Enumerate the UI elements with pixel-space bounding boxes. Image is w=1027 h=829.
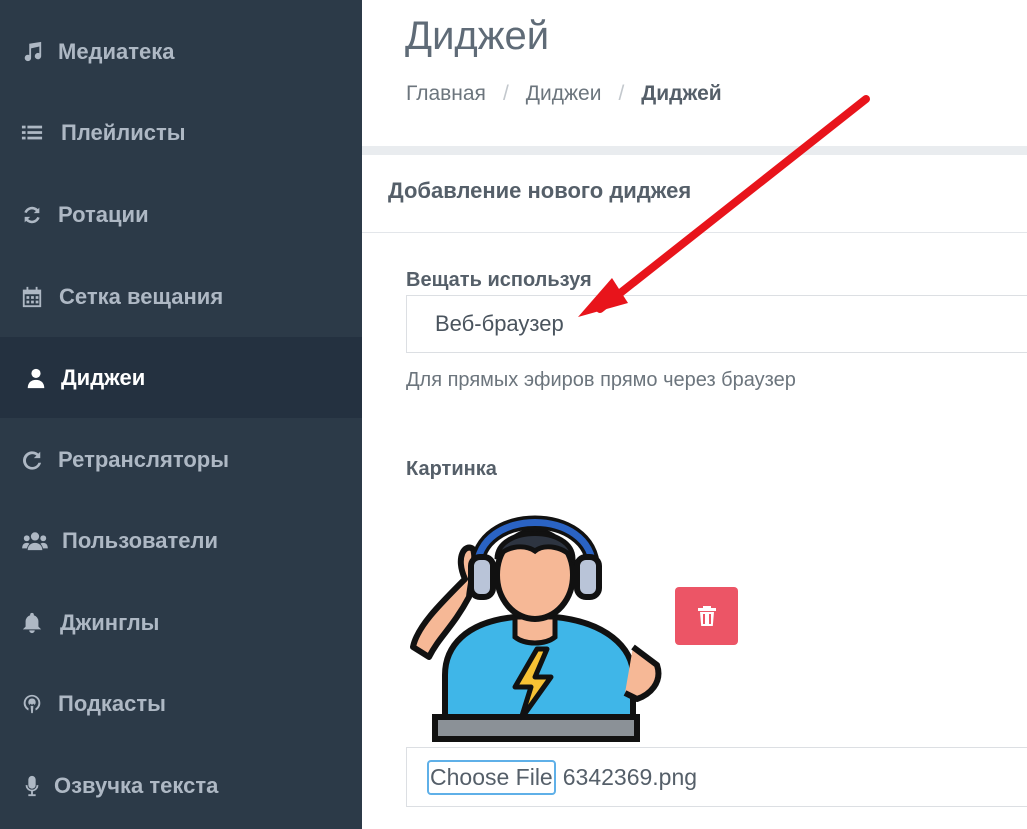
breadcrumb-djs-link[interactable]: Диджеи bbox=[526, 82, 602, 106]
sidebar-item-label: Джинглы bbox=[60, 609, 160, 635]
card-title: Добавление нового диджея bbox=[388, 178, 692, 203]
sidebar-item-schedule[interactable]: Сетка вещания bbox=[0, 256, 362, 337]
sidebar-item-tts[interactable]: Озвучка текста bbox=[0, 745, 362, 826]
sidebar-item-label: Подкасты bbox=[58, 690, 166, 716]
sidebar-item-mediateka[interactable]: Медиатека bbox=[0, 11, 362, 92]
sidebar-item-podcasts[interactable]: Подкасты bbox=[0, 663, 362, 744]
image-label: Картинка bbox=[406, 458, 497, 480]
users-icon bbox=[22, 529, 48, 553]
sidebar-item-label: Пользователи bbox=[62, 527, 219, 553]
sidebar-item-djs[interactable]: Диджеи bbox=[0, 337, 362, 418]
sidebar-item-label: Озвучка текста bbox=[54, 772, 219, 798]
breadcrumb-home-link[interactable]: Главная bbox=[406, 82, 486, 106]
sidebar-item-label: Ретрансляторы bbox=[58, 446, 230, 472]
sidebar-item-label: Сетка вещания bbox=[59, 283, 224, 309]
choose-file-button[interactable]: Choose File bbox=[427, 759, 556, 795]
sidebar-item-label: Диджеи bbox=[61, 364, 146, 390]
breadcrumb-separator: / bbox=[502, 82, 509, 105]
sidebar-item-users[interactable]: Пользователи bbox=[0, 500, 362, 581]
trash-icon bbox=[697, 606, 716, 626]
sidebar-item-label: Плейлисты bbox=[61, 119, 186, 145]
redo-icon bbox=[20, 448, 44, 472]
page-title: Диджей bbox=[405, 14, 550, 58]
dj-headphones-illustration bbox=[410, 515, 662, 742]
breadcrumb: Главная / Диджеи / Диджей bbox=[406, 82, 722, 106]
file-input[interactable]: Choose File 6342369.png bbox=[406, 747, 1027, 807]
sidebar-item-rotations[interactable]: Ротации bbox=[0, 174, 362, 255]
calendar-icon bbox=[20, 285, 44, 309]
file-name: 6342369.png bbox=[562, 763, 698, 790]
podcast-icon bbox=[20, 692, 44, 716]
sidebar-item-jingles[interactable]: Джинглы bbox=[0, 582, 362, 663]
card-header-divider bbox=[362, 232, 1027, 233]
breadcrumb-current: Диджей bbox=[641, 82, 722, 105]
broadcast-method-select[interactable]: Веб-браузер bbox=[406, 295, 1027, 353]
sidebar: Медиатека Плейлисты Ротации Сетка вещани… bbox=[0, 0, 362, 829]
sidebar-item-label: Ротации bbox=[58, 201, 149, 227]
user-icon bbox=[24, 366, 48, 390]
broadcast-method-help: Для прямых эфиров прямо через браузер bbox=[406, 369, 796, 391]
section-divider bbox=[362, 146, 1027, 155]
sidebar-item-playlists[interactable]: Плейлисты bbox=[0, 92, 362, 173]
refresh-icon bbox=[20, 203, 44, 227]
bell-icon bbox=[20, 611, 44, 635]
sidebar-item-relays[interactable]: Ретрансляторы bbox=[0, 419, 362, 500]
sidebar-item-label: Медиатека bbox=[58, 38, 175, 64]
microphone-icon bbox=[20, 774, 44, 798]
list-icon bbox=[20, 121, 44, 145]
broadcast-method-value: Веб-браузер bbox=[435, 311, 564, 336]
delete-image-button[interactable] bbox=[675, 587, 738, 645]
broadcast-method-label: Вещать используя bbox=[406, 269, 592, 291]
breadcrumb-separator: / bbox=[618, 82, 625, 105]
music-icon bbox=[20, 40, 44, 64]
